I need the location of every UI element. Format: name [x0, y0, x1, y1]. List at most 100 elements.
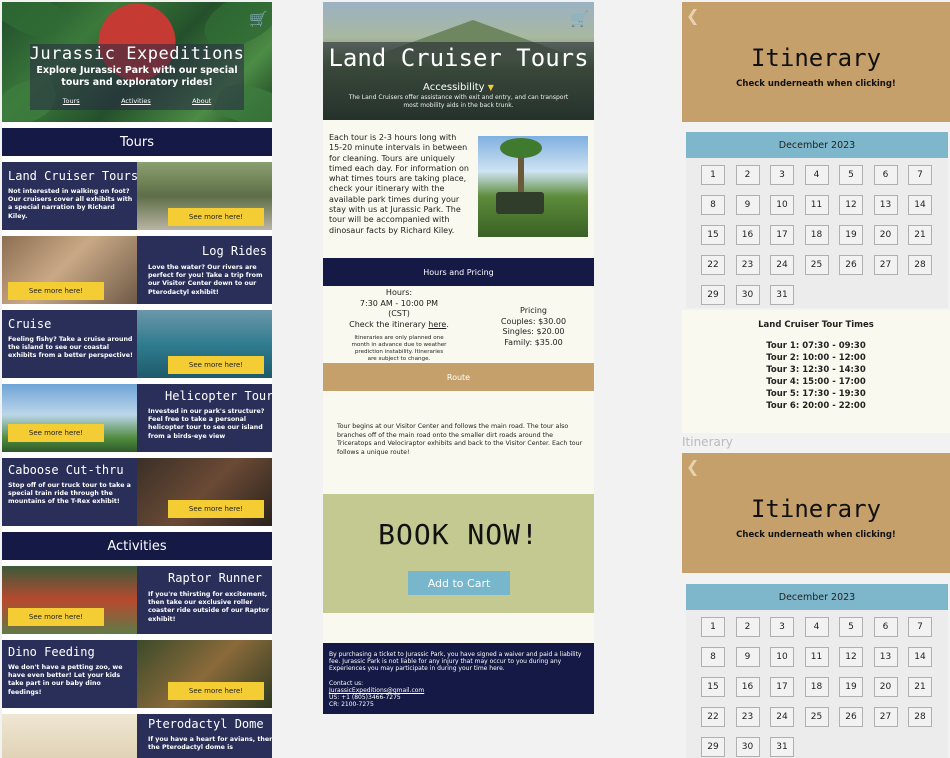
calendar-day[interactable]: 3 — [770, 165, 794, 185]
card-title: Cruise — [8, 317, 52, 331]
calendar-2: December 2023 1 2 3 4 5 6 7 8 9 10 11 12 13 14 15 16 17 1… — [686, 584, 948, 758]
calendar-day[interactable]: 19 — [839, 677, 863, 697]
calendar-day[interactable]: 4 — [804, 617, 829, 637]
calendar-day[interactable]: 21 — [908, 225, 932, 245]
route-description: Tour begins at our Visitor Center and fo… — [337, 423, 583, 456]
itinerary-link[interactable]: here — [428, 320, 446, 329]
card-description: If you have a heart for avians, then the… — [148, 736, 272, 752]
tour-card-cruise[interactable]: Cruise Feeling fishy? Take a cruise arou… — [2, 310, 272, 378]
calendar-day[interactable]: 3 — [770, 617, 794, 637]
calendar-day[interactable]: 12 — [839, 647, 863, 667]
activity-card-dino-feeding[interactable]: Dino Feeding We don't have a petting zoo… — [2, 640, 272, 708]
nav-about[interactable]: About — [192, 97, 211, 105]
hours-pricing-section: Hours: 7:30 AM - 10:00 PM (CST) Check th… — [323, 286, 594, 363]
price-singles: Singles: $20.00 — [502, 327, 565, 336]
calendar-day[interactable]: 2 — [735, 165, 760, 185]
add-to-cart-button[interactable]: Add to Cart — [408, 571, 510, 595]
tour-card-log-rides[interactable]: Log Rides Love the water? Our rivers are… — [2, 236, 272, 304]
calendar-day[interactable]: 16 — [735, 225, 760, 245]
activity-card-raptor-runner[interactable]: Raptor Runner If you're thirsting for ex… — [2, 566, 272, 634]
calendar-day[interactable]: 22 — [701, 255, 725, 275]
nav-activities[interactable]: Activities — [121, 97, 151, 105]
calendar-day[interactable]: 27 — [873, 255, 898, 275]
jungle-leaf — [2, 2, 68, 47]
calendar-day[interactable]: 2 — [735, 617, 760, 637]
calendar-day[interactable]: 13 — [873, 647, 898, 667]
contact-email[interactable]: JurassicExpeditions@gmail.com — [329, 687, 588, 694]
see-more-button[interactable]: See more here! — [8, 608, 104, 626]
accessibility-toggle[interactable]: Accessibility ▼ — [323, 82, 594, 93]
calendar-day[interactable]: 16 — [735, 677, 760, 697]
see-more-button[interactable]: See more here! — [168, 356, 264, 374]
calendar-day[interactable]: 14 — [908, 647, 932, 667]
shopping-cart-icon[interactable]: 🛒 — [249, 10, 268, 28]
calendar-day[interactable]: 12 — [839, 195, 863, 215]
back-chevron-icon[interactable]: ❮ — [686, 457, 699, 476]
calendar-day[interactable]: 22 — [701, 707, 725, 727]
calendar-day[interactable]: 17 — [770, 677, 794, 697]
nav-tours[interactable]: Tours — [63, 97, 80, 105]
calendar-day[interactable]: 18 — [804, 677, 829, 697]
calendar-day[interactable]: 15 — [701, 225, 725, 245]
see-more-button[interactable]: See more here! — [168, 208, 264, 226]
calendar-day[interactable]: 10 — [770, 195, 794, 215]
calendar-day[interactable]: 23 — [735, 255, 760, 275]
calendar-day[interactable]: 13 — [873, 195, 898, 215]
calendar-day[interactable]: 25 — [804, 707, 829, 727]
calendar-day[interactable]: 4 — [804, 165, 829, 185]
calendar-day[interactable]: 15 — [701, 677, 725, 697]
calendar-day[interactable]: 5 — [839, 617, 863, 637]
calendar-day[interactable]: 30 — [735, 285, 760, 305]
calendar-day[interactable]: 28 — [908, 255, 932, 275]
calendar-day[interactable]: 21 — [908, 677, 932, 697]
calendar-day[interactable]: 19 — [839, 225, 863, 245]
calendar-day[interactable]: 11 — [804, 647, 829, 667]
see-more-button[interactable]: See more here! — [168, 682, 264, 700]
calendar-day[interactable]: 23 — [735, 707, 760, 727]
calendar-day[interactable]: 30 — [735, 737, 760, 757]
calendar-day[interactable]: 9 — [735, 195, 760, 215]
calendar-day[interactable]: 29 — [701, 737, 725, 757]
tour-card-helicopter[interactable]: Helicopter Tour Invested in our park's s… — [2, 384, 272, 452]
calendar-day[interactable]: 1 — [701, 165, 725, 185]
calendar-day[interactable]: 29 — [701, 285, 725, 305]
calendar-day[interactable]: 20 — [873, 225, 898, 245]
tour-card-land-cruiser[interactable]: Land Cruiser Tours Not interested in wal… — [2, 162, 272, 230]
calendar-day[interactable]: 14 — [908, 195, 932, 215]
card-description: Invested in our park's structure? Feel f… — [148, 408, 265, 440]
card-description: Feeling fishy? Take a cruise around the … — [8, 336, 133, 360]
calendar-day[interactable]: 7 — [908, 617, 932, 637]
calendar-day[interactable]: 28 — [908, 707, 932, 727]
calendar-day[interactable]: 7 — [908, 165, 932, 185]
calendar-day[interactable]: 24 — [770, 707, 794, 727]
calendar-day[interactable]: 1 — [701, 617, 725, 637]
calendar-day[interactable]: 31 — [770, 285, 794, 305]
activity-card-pterodactyl-dome[interactable]: Pterodactyl Dome If you have a heart for… — [2, 714, 272, 758]
itinerary-hint: Check underneath when clicking! — [736, 79, 896, 89]
calendar-day[interactable]: 9 — [735, 647, 760, 667]
calendar-day[interactable]: 8 — [701, 195, 725, 215]
see-more-button[interactable]: See more here! — [168, 500, 264, 518]
calendar-day[interactable]: 31 — [770, 737, 794, 757]
calendar-day[interactable]: 26 — [839, 255, 863, 275]
accessibility-note: The Land Cruisers offer assistance with … — [348, 94, 569, 109]
see-more-button[interactable]: See more here! — [8, 282, 104, 300]
tour-card-caboose[interactable]: Caboose Cut-thru Stop off of our truck t… — [2, 458, 272, 526]
calendar-day[interactable]: 8 — [701, 647, 725, 667]
calendar-day[interactable]: 6 — [873, 165, 898, 185]
calendar-day[interactable]: 24 — [770, 255, 794, 275]
calendar-day[interactable]: 25 — [804, 255, 829, 275]
see-more-button[interactable]: See more here! — [8, 424, 104, 442]
back-chevron-icon[interactable]: ❮ — [686, 6, 699, 25]
calendar-day[interactable]: 11 — [804, 195, 829, 215]
calendar-day[interactable]: 26 — [839, 707, 863, 727]
shopping-cart-icon[interactable]: 🛒 — [570, 10, 589, 28]
calendar-day[interactable]: 27 — [873, 707, 898, 727]
calendar-day[interactable]: 10 — [770, 647, 794, 667]
calendar-day[interactable]: 5 — [839, 165, 863, 185]
itinerary-suffix: . — [446, 319, 449, 329]
calendar-day[interactable]: 6 — [873, 617, 898, 637]
calendar-day[interactable]: 17 — [770, 225, 794, 245]
calendar-day[interactable]: 20 — [873, 677, 898, 697]
calendar-day[interactable]: 18 — [804, 225, 829, 245]
